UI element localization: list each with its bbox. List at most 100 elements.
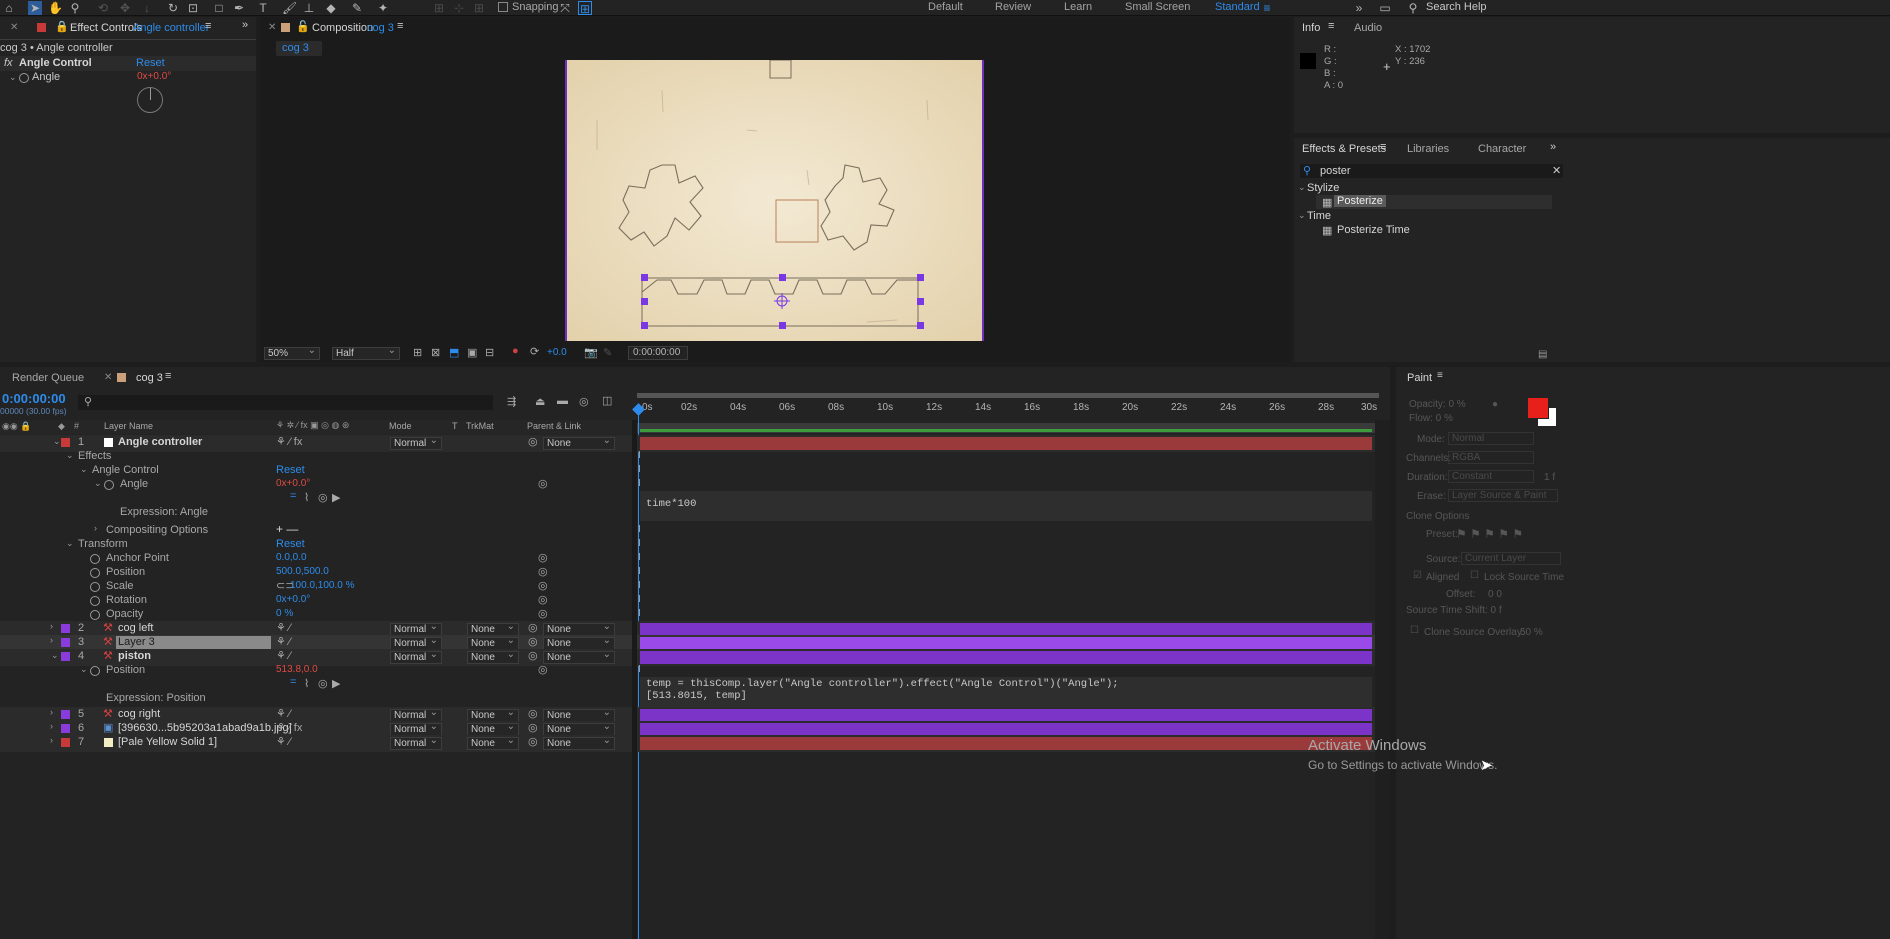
workspace-standard[interactable]: Standard (1215, 1, 1260, 13)
tab-libraries[interactable]: Libraries (1407, 143, 1449, 155)
snap-magnet-icon[interactable]: ⤧ (558, 1, 572, 15)
layer-name[interactable]: piston (118, 650, 151, 662)
rotate-tool-icon[interactable]: ↻ (166, 1, 180, 15)
header-mode[interactable]: Mode (389, 421, 412, 431)
expand-chevron-icon[interactable]: ⌄ (80, 464, 88, 475)
label-color-swatch[interactable] (61, 652, 70, 661)
pickwhip-icon[interactable]: ◎ (538, 551, 548, 564)
panel-menu-icon[interactable]: ≡ (397, 20, 403, 32)
expand-chevron-icon[interactable]: » (1352, 1, 1366, 15)
stopwatch-icon[interactable] (90, 610, 100, 620)
parent-dropdown[interactable]: None (543, 735, 615, 750)
lock-icon[interactable]: 🔒 (55, 20, 69, 33)
lock-source-checkbox[interactable]: ☐ (1470, 570, 1479, 581)
tab-info[interactable]: Info (1302, 22, 1320, 34)
layer-switches[interactable]: ⚘ ⁄ (276, 735, 291, 748)
category-time[interactable]: Time (1307, 210, 1331, 222)
stopwatch-icon[interactable] (90, 666, 100, 676)
layer-switches[interactable]: ⚘ ⁄ fx (276, 435, 302, 448)
expression-editor[interactable]: temp = thisComp.layer("Angle controller"… (640, 677, 1372, 707)
stopwatch-icon[interactable] (19, 73, 29, 83)
expand-chevron-icon[interactable]: › (50, 707, 53, 717)
expand-chevron-icon[interactable]: ⌄ (51, 650, 59, 661)
tab-render-queue[interactable]: Render Queue (12, 372, 84, 384)
label-color-swatch[interactable] (61, 710, 70, 719)
rectangle-tool-icon[interactable]: □ (212, 1, 226, 15)
draft-3d-icon[interactable]: ⏏ (535, 395, 545, 408)
effect-row[interactable]: fx Angle Control Reset (0, 56, 256, 71)
angle-dial[interactable] (137, 87, 163, 113)
expand-chevron-icon[interactable]: ⌄ (80, 664, 88, 675)
expand-chevron-icon[interactable]: ⌄ (53, 436, 61, 447)
panel-menu-icon[interactable]: ≡ (1380, 141, 1386, 153)
prop-rotation-value[interactable]: 0x+0.0° (276, 594, 310, 605)
pickwhip-icon[interactable]: ◎ (528, 735, 538, 748)
header-trkmat[interactable]: TrkMat (466, 421, 494, 431)
composition-tab-name[interactable]: cog 3 (367, 22, 394, 34)
clone-stamp-tool-icon[interactable]: ⊥ (302, 1, 316, 15)
pane-splitter[interactable] (632, 420, 637, 939)
label-color-swatch[interactable] (61, 624, 70, 633)
pickwhip-icon[interactable]: ◎ (538, 663, 548, 676)
comp-mini-flowchart-icon[interactable]: ⇶ (507, 395, 516, 408)
expression-editor[interactable]: time*100 (640, 491, 1372, 521)
pickwhip-icon[interactable]: ◎ (528, 635, 538, 648)
layer-switches[interactable]: ⚘ ⁄ fx (276, 721, 302, 734)
layer-switches[interactable]: ⚘ ⁄ (276, 635, 291, 648)
tab-character[interactable]: Character (1478, 143, 1526, 155)
axis-local-icon[interactable]: ⊞ (432, 1, 446, 15)
duration-frames[interactable]: 1 f (1544, 472, 1555, 483)
eraser-tool-icon[interactable]: ◆ (324, 1, 338, 15)
color-management-icon[interactable]: ⟳ (530, 345, 539, 358)
layer-duration-bar[interactable] (640, 737, 1372, 750)
category-stylize[interactable]: Stylize (1307, 182, 1339, 194)
expand-chevron-icon[interactable]: ⌄ (94, 478, 102, 489)
expression-menu-icon[interactable]: ▶ (332, 491, 340, 504)
prop-position-value[interactable]: 500.0,500.0 (276, 566, 329, 577)
snapping-checkbox[interactable] (498, 2, 508, 12)
pickwhip-icon[interactable]: ◎ (538, 565, 548, 578)
panel-menu-icon[interactable]: ≡ (1328, 20, 1334, 32)
offset-values[interactable]: 0 0 (1488, 589, 1502, 600)
tab-effects-presets[interactable]: Effects & Presets (1302, 143, 1386, 155)
chevron-down-icon[interactable]: ⌄ (1298, 210, 1306, 221)
snapshot-icon[interactable]: 📷 (584, 346, 598, 359)
duration-dropdown[interactable]: Constant (1448, 470, 1534, 483)
layer-name[interactable]: cog right (118, 708, 160, 720)
table-row[interactable]: › 7 [Pale Yellow Solid 1] ⚘ ⁄ Normal Non… (0, 735, 1390, 752)
time-ruler[interactable]: 0s 02s 04s 06s 08s 10s 12s 14s 16s 18s 2… (637, 398, 1379, 420)
expression-enable-icon[interactable]: = (290, 490, 296, 502)
pickwhip-icon[interactable]: ◎ (538, 593, 548, 606)
paint-mode-dropdown[interactable]: Normal (1448, 432, 1534, 445)
source-time-shift[interactable]: Source Time Shift: 0 f (1406, 605, 1502, 616)
tab-paint[interactable]: Paint (1407, 372, 1432, 384)
panel-menu-icon[interactable]: ≡ (165, 370, 171, 382)
zoom-dropdown[interactable]: 50% (264, 345, 320, 360)
workspace-small-screen[interactable]: Small Screen (1125, 1, 1190, 13)
layer-name[interactable]: Layer 3 (118, 636, 155, 648)
layer-name[interactable]: [396630...5b95203a1abad9a1b.jpg] (118, 722, 292, 734)
effects-search-input[interactable]: ⚲ poster ✕ (1300, 164, 1563, 178)
timeline-scrollbar[interactable] (1375, 420, 1390, 939)
axis-world-icon[interactable]: ⊹ (452, 1, 466, 15)
expand-chevron-icon[interactable]: › (50, 621, 53, 631)
header-t[interactable]: T (452, 421, 458, 431)
type-tool-icon[interactable]: T (256, 1, 270, 15)
prop-angle-value[interactable]: 0x+0.0° (276, 478, 310, 489)
pickwhip-icon[interactable]: ◎ (528, 707, 538, 720)
stopwatch-icon[interactable] (90, 568, 100, 578)
axis-view-icon[interactable]: ⊞ (472, 1, 486, 15)
expression-pickwhip-icon[interactable]: ◎ (318, 491, 328, 504)
pickwhip-icon[interactable]: ◎ (528, 649, 538, 662)
label-color-swatch[interactable] (61, 724, 70, 733)
brush-tool-icon[interactable]: 🖌 (282, 1, 297, 15)
mode-dropdown[interactable]: Normal (390, 735, 442, 750)
selection-tool-icon[interactable]: ➤ (28, 1, 42, 15)
prop-anchor-value[interactable]: 0.0,0.0 (276, 552, 307, 563)
mask-visibility-icon[interactable]: ⬒ (449, 346, 459, 359)
pickwhip-icon[interactable]: ◎ (528, 621, 538, 634)
layer-switches[interactable]: ⚘ ⁄ (276, 707, 291, 720)
brush-tip-icon[interactable]: ● (1492, 399, 1498, 410)
dolly-tool-icon[interactable]: ↓ (140, 1, 154, 15)
puppet-tool-icon[interactable]: ✦ (376, 1, 390, 15)
